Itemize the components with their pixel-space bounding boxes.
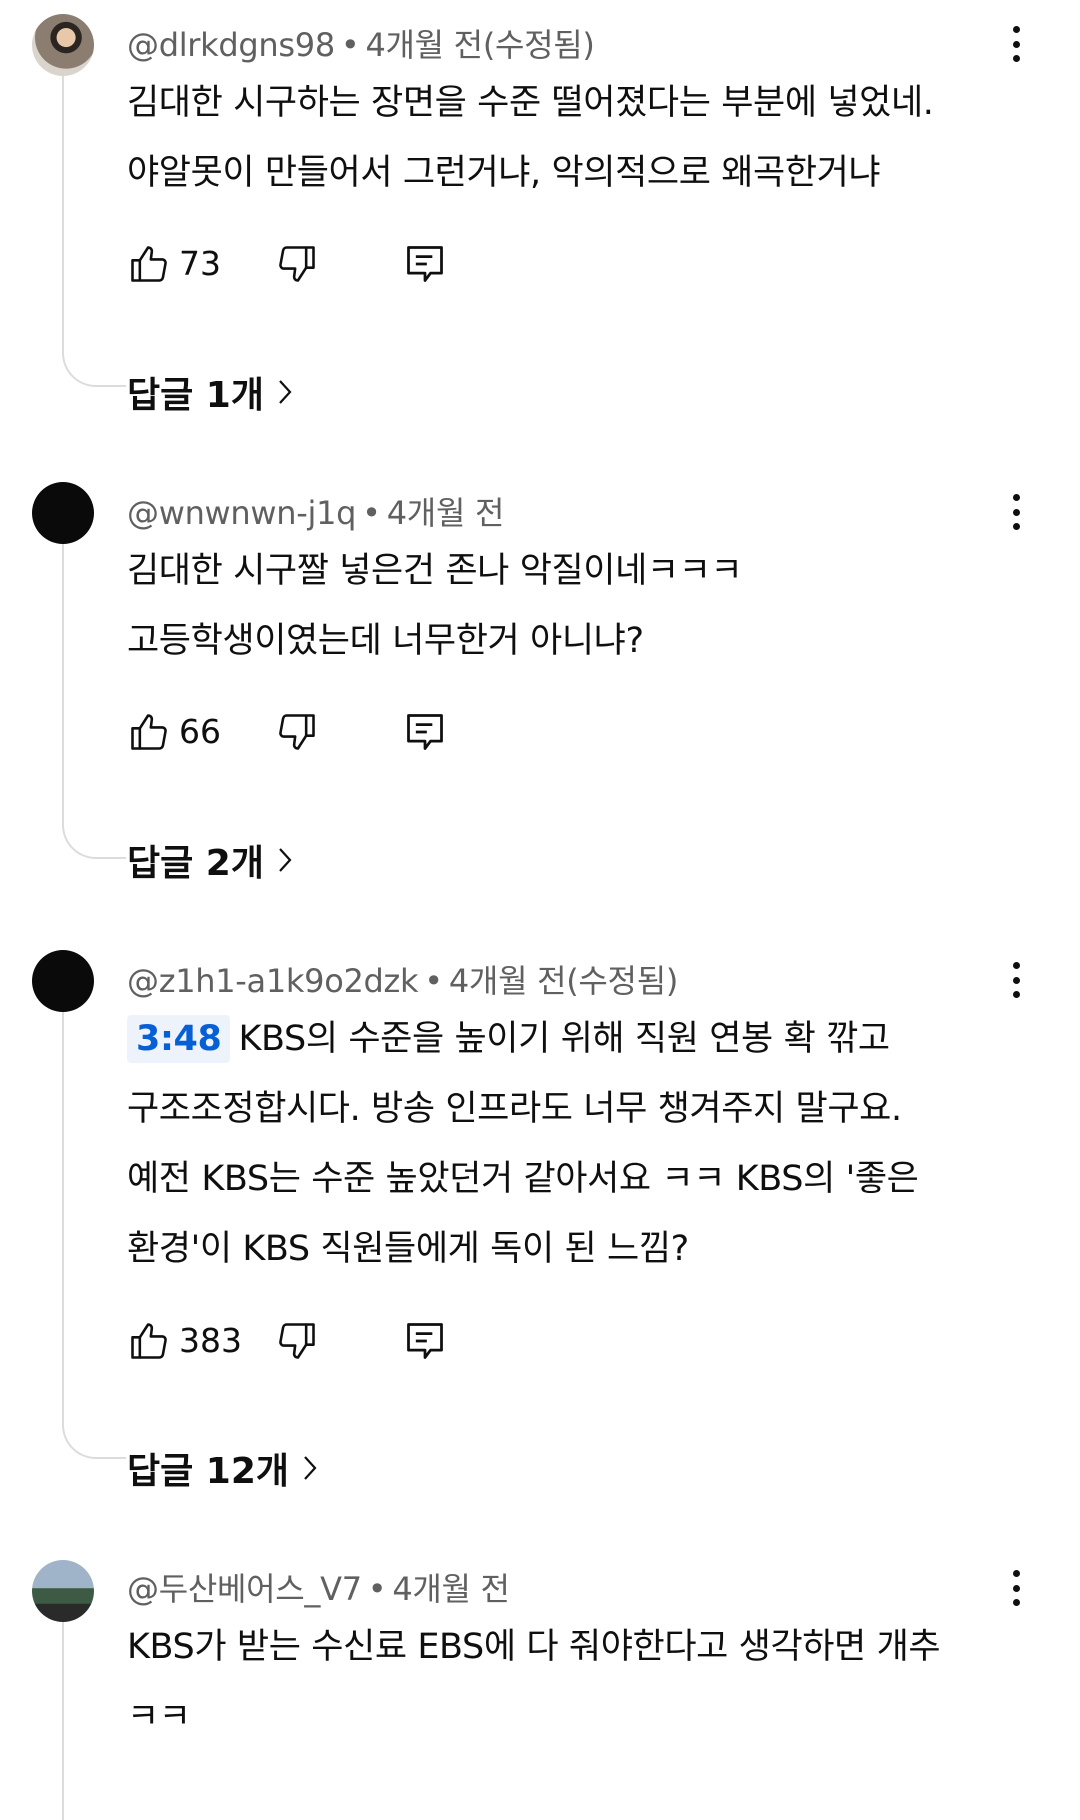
avatar[interactable] <box>32 950 94 1012</box>
comment-meta: @dlrkdgns98 • 4개월 전(수정됨) <box>127 20 595 66</box>
view-replies-button[interactable]: 답글 2개 <box>127 834 294 886</box>
comment-text: KBS가 받는 수신료 EBS에 다 줘야한다고 생각하면 개추 ㅋㅋ <box>127 1612 997 1752</box>
avatar[interactable] <box>32 1560 94 1622</box>
view-replies-button[interactable]: 답글 1개 <box>127 366 294 418</box>
thumbs-down-icon[interactable] <box>275 242 319 286</box>
comment-time: 4개월 전(수정됨) <box>448 962 679 1000</box>
chevron-right-icon <box>304 1456 317 1480</box>
comment-item: @dlrkdgns98 • 4개월 전(수정됨) 김대한 시구하는 장면을 수준 떨… <box>0 0 1080 420</box>
replies-label: 답글 2개 <box>127 843 264 884</box>
thread-connector <box>62 1009 126 1459</box>
comment-author[interactable]: @wnwnwn-j1q <box>127 494 356 532</box>
view-replies-button[interactable]: 답글 12개 <box>127 1442 319 1494</box>
timestamp-link[interactable]: 3:48 <box>127 1015 231 1063</box>
more-vertical-icon[interactable] <box>1003 1570 1029 1606</box>
comment-item: @두산베어스_V7 • 4개월 전 KBS가 받는 수신료 EBS에 다 줘야한다고… <box>0 1544 1080 1820</box>
meta-separator: • <box>367 1570 387 1608</box>
like-count: 383 <box>179 1321 242 1360</box>
more-vertical-icon[interactable] <box>1003 962 1029 998</box>
comment-actions: 66 <box>127 710 467 754</box>
comment-text-line: KBS가 받는 수신료 EBS에 다 줘야한다고 생각하면 개추 <box>127 1627 941 1667</box>
comment-actions: 73 <box>127 242 467 286</box>
reply-comment-icon[interactable] <box>403 242 447 286</box>
comment-meta: @wnwnwn-j1q • 4개월 전 <box>127 488 504 534</box>
comment-text-line: 야알못이 만들어서 그런거냐, 악의적으로 왜곡한거냐 <box>127 153 881 193</box>
comment-time: 4개월 전 <box>386 494 505 532</box>
comment-author[interactable]: @dlrkdgns98 <box>127 26 335 64</box>
replies-label: 답글 12개 <box>127 1451 289 1492</box>
meta-separator: • <box>340 26 360 64</box>
comment-author[interactable]: @두산베어스_V7 <box>127 1570 362 1608</box>
comment-text-line: 김대한 시구짤 넣은건 존나 악질이네ㅋㅋㅋ <box>127 551 743 591</box>
comment-meta: @z1h1-a1k9o2dzk • 4개월 전(수정됨) <box>127 956 678 1002</box>
reply-comment-icon[interactable] <box>403 1319 447 1363</box>
more-vertical-icon[interactable] <box>1003 26 1029 62</box>
comment-item: @z1h1-a1k9o2dzk • 4개월 전(수정됨) 3:48 KBS의 수준을 … <box>0 936 1080 1496</box>
comment-text-line: 김대한 시구하는 장면을 수준 떨어졌다는 부분에 넣었네. <box>127 83 934 123</box>
thumbs-down-icon[interactable] <box>275 710 319 754</box>
comment-time: 4개월 전(수정됨) <box>365 26 595 64</box>
more-vertical-icon[interactable] <box>1003 494 1029 530</box>
comment-text-line: 예전 KBS는 수준 높았던거 같아서요 ㅋㅋ KBS의 '좋은 <box>127 1159 919 1199</box>
avatar[interactable] <box>32 14 94 76</box>
comment-text-line: 환경'이 KBS 직원들에게 독이 된 느낌? <box>127 1229 689 1269</box>
comment-text: 김대한 시구하는 장면을 수준 떨어졌다는 부분에 넣었네. 야알못이 만들어서… <box>127 68 997 208</box>
comment-text-line: 구조조정합시다. 방송 인프라도 너무 챙겨주지 말구요. <box>127 1089 902 1129</box>
thread-connector <box>62 1620 126 1820</box>
comment-text-segment: KBS의 수준을 높이기 위해 직원 연봉 확 깎고 <box>238 1019 890 1059</box>
meta-separator: • <box>424 962 443 1000</box>
comment-author[interactable]: @z1h1-a1k9o2dzk <box>127 962 419 1000</box>
comment-text: 김대한 시구짤 넣은건 존나 악질이네ㅋㅋㅋ 고등학생이였는데 너무한거 아니냐… <box>127 536 997 676</box>
replies-label: 답글 1개 <box>127 375 264 416</box>
chevron-right-icon <box>279 848 292 872</box>
thumbs-down-icon[interactable] <box>275 1319 319 1363</box>
like-count: 73 <box>179 244 221 283</box>
thread-connector <box>62 72 126 387</box>
comment-meta: @두산베어스_V7 • 4개월 전 <box>127 1564 510 1610</box>
like-count: 66 <box>179 712 221 751</box>
comment-text-line: 고등학생이였는데 너무한거 아니냐? <box>127 621 644 661</box>
comment-text-line: 3:48 KBS의 수준을 높이기 위해 직원 연봉 확 깎고 <box>127 1004 997 1074</box>
meta-separator: • <box>362 494 381 532</box>
comment-item: @wnwnwn-j1q • 4개월 전 김대한 시구짤 넣은건 존나 악질이네ㅋㅋㅋ… <box>0 468 1080 888</box>
chevron-right-icon <box>279 380 292 404</box>
comment-time: 4개월 전 <box>392 1570 510 1608</box>
avatar[interactable] <box>32 482 94 544</box>
thumbs-up-icon[interactable] <box>127 242 171 286</box>
comment-text-line: ㅋㅋ <box>127 1697 191 1737</box>
comment-actions: 383 <box>127 1319 467 1363</box>
comment-text: 3:48 KBS의 수준을 높이기 위해 직원 연봉 확 깎고 구조조정합시다. … <box>127 1004 997 1284</box>
thumbs-up-icon[interactable] <box>127 1319 171 1363</box>
reply-comment-icon[interactable] <box>403 710 447 754</box>
thumbs-up-icon[interactable] <box>127 710 171 754</box>
thread-connector <box>62 541 126 859</box>
